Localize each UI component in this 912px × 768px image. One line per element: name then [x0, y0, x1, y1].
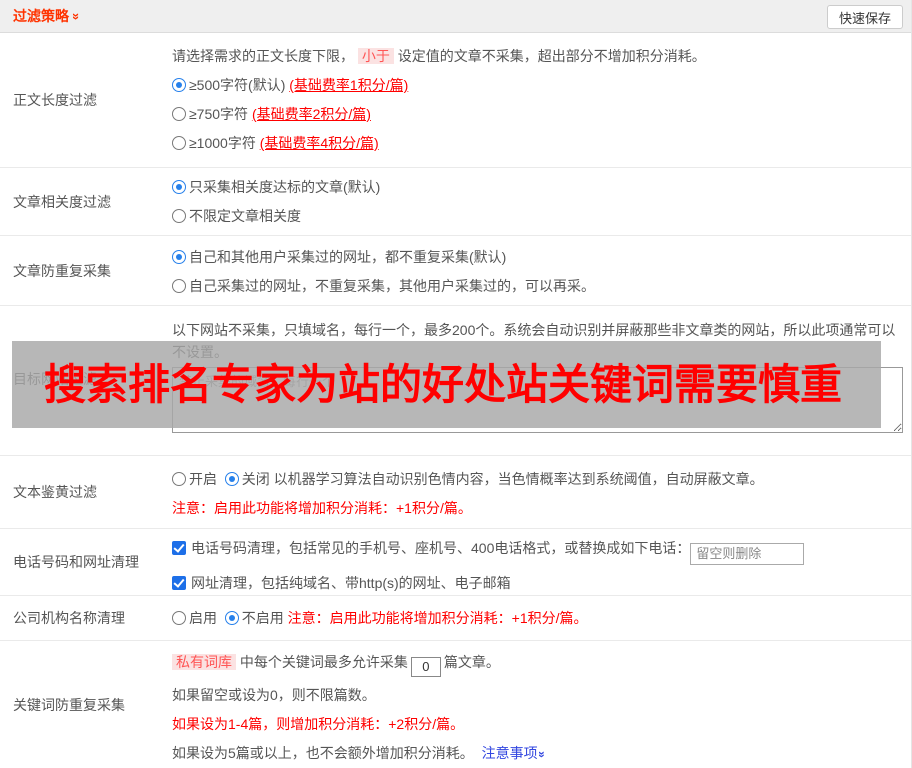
quick-save-button[interactable]: 快速保存: [826, 5, 903, 29]
radio-option-company-on[interactable]: 启用: [172, 610, 217, 626]
row-label: 关键词防重复采集: [13, 696, 125, 713]
keyword-dedup-line4: 如果设为5篇或以上，也不会额外增加积分消耗。 注意事项»: [172, 743, 903, 765]
notes-link-label: 注意事项: [481, 744, 538, 761]
radio-option-dedup-all[interactable]: 自己和其他用户采集过的网址，都不重复采集(默认): [172, 247, 903, 268]
radio-icon[interactable]: [172, 209, 186, 223]
radio-option-relevance-any[interactable]: 不限定文章相关度: [172, 206, 903, 227]
option-label: 不限定文章相关度: [189, 208, 301, 224]
porn-filter-desc: 以机器学习算法自动识别色情内容，当色情概率达到系统阈值，自动屏蔽文章。: [273, 471, 764, 487]
body-length-intro: 请选择需求的正文长度下限， 小于 设定值的文章不采集，超出部分不增加积分消耗。: [172, 46, 903, 67]
option-label: 开启: [189, 471, 217, 487]
row-label: 文章相关度过滤: [13, 193, 111, 210]
filter-strategy-page: 过滤策略 » 快速保存 正文长度过滤 请选择需求的正文长度下限， 小于 设定值的…: [0, 0, 912, 768]
radio-option-porn-off[interactable]: 关闭: [224, 471, 270, 487]
radio-option-company-off[interactable]: 不启用: [224, 610, 284, 626]
checkbox-label: 网址清理，包括纯域名、带http(s)的网址、电子邮箱: [191, 574, 511, 591]
option-label: 不启用: [241, 610, 284, 626]
option-label: 启用: [189, 610, 217, 626]
row-porn-filter: 文本鉴黄过滤 开启 关闭 以机器学习算法自动识别色情内容，当色情概率达到系统阈值…: [0, 456, 911, 529]
header-bar: 过滤策略 » 快速保存: [0, 0, 911, 33]
radio-icon[interactable]: [172, 107, 186, 121]
keyword-dedup-line3: 如果设为1-4篇，则增加积分消耗：+2积分/篇。: [172, 715, 465, 732]
porn-filter-note: 注意：启用此功能将增加积分消耗：+1积分/篇。: [172, 500, 472, 516]
checkbox-url-clean[interactable]: 网址清理，包括纯域名、带http(s)的网址、电子邮箱: [172, 573, 903, 594]
option-label: 自己和其他用户采集过的网址，都不重复采集(默认): [189, 249, 507, 265]
option-label: ≥750字符: [189, 106, 249, 122]
intro-pre: 请选择需求的正文长度下限，: [172, 48, 354, 64]
porn-filter-options: 开启 关闭 以机器学习算法自动识别色情内容，当色情概率达到系统阈值，自动屏蔽文章…: [172, 469, 903, 490]
option-fee-note: (基础费率2积分/篇): [251, 106, 371, 122]
intro-highlight: 小于: [357, 48, 394, 64]
row-article-dedup: 文章防重复采集 自己和其他用户采集过的网址，都不重复采集(默认) 自己采集过的网…: [0, 236, 911, 306]
row-label: 公司机构名称清理: [13, 610, 125, 626]
row-phone-url-clean: 电话号码和网址清理 电话号码清理，包括常见的手机号、座机号、400电话格式，或替…: [0, 529, 911, 596]
option-fee-note: (基础费率1积分/篇): [289, 77, 409, 93]
notes-link[interactable]: 注意事项»: [481, 744, 549, 761]
page-title: 过滤策略: [13, 8, 69, 24]
radio-icon[interactable]: [172, 279, 186, 293]
row-keyword-dedup: 关键词防重复采集 私有词库 中每个关键词最多允许采集 篇文章。 如果留空或设为0，…: [0, 641, 911, 768]
radio-icon[interactable]: [172, 611, 186, 625]
keyword-dedup-line1: 私有词库 中每个关键词最多允许采集 篇文章。: [172, 652, 903, 677]
radio-selected-icon[interactable]: [172, 250, 186, 264]
option-label: 自己采集过的网址，不重复采集，其他用户采集过的，可以再采。: [189, 278, 595, 294]
row-label: 正文长度过滤: [13, 92, 97, 108]
row-label: 文章防重复采集: [13, 262, 111, 279]
checkbox-phone-clean[interactable]: 电话号码清理，包括常见的手机号、座机号、400电话格式，或替换成如下电话：: [172, 538, 903, 565]
line1-mid: 中每个关键词最多允许采集: [239, 654, 408, 670]
option-fee-note: (基础费率4积分/篇): [259, 135, 379, 151]
line4-text: 如果设为5篇或以上，也不会额外增加积分消耗。: [172, 744, 474, 761]
checkbox-checked-icon[interactable]: [172, 575, 186, 590]
watermark-text: 搜索排名专家为站的好处站关键词需要慎重: [44, 361, 843, 408]
option-label: 关闭: [241, 471, 270, 487]
option-label: 只采集相关度达标的文章(默认): [189, 179, 381, 195]
keyword-dedup-line2: 如果留空或设为0，则不限篇数。: [172, 686, 376, 703]
radio-selected-icon[interactable]: [172, 78, 186, 92]
radio-icon[interactable]: [172, 136, 186, 150]
radio-option-porn-on[interactable]: 开启: [172, 471, 217, 487]
line1-post: 篇文章。: [443, 654, 500, 670]
chevron-double-down-icon[interactable]: »: [69, 12, 84, 19]
row-label: 文本鉴黄过滤: [13, 484, 97, 500]
radio-option-1000[interactable]: ≥1000字符 (基础费率4积分/篇): [172, 133, 903, 154]
radio-selected-icon[interactable]: [224, 611, 239, 625]
option-label: ≥500字符(默认): [189, 77, 286, 93]
radio-selected-icon[interactable]: [224, 472, 239, 486]
checkbox-label: 电话号码清理，包括常见的手机号、座机号、400电话格式，或替换成如下电话：: [191, 540, 691, 556]
row-relevance-filter: 文章相关度过滤 只采集相关度达标的文章(默认) 不限定文章相关度: [0, 168, 911, 236]
option-label: ≥1000字符: [189, 135, 256, 151]
company-clean-note: 注意：启用此功能将增加积分消耗：+1积分/篇。: [287, 610, 588, 626]
max-articles-input[interactable]: [410, 656, 441, 677]
replacement-phone-input[interactable]: [690, 542, 805, 565]
company-clean-options: 启用 不启用 注意：启用此功能将增加积分消耗：+1积分/篇。: [172, 608, 903, 629]
radio-option-500[interactable]: ≥500字符(默认) (基础费率1积分/篇): [172, 75, 903, 96]
intro-post: 设定值的文章不采集，超出部分不增加积分消耗。: [397, 48, 706, 64]
radio-option-relevance-strict[interactable]: 只采集相关度达标的文章(默认): [172, 177, 903, 198]
row-label: 电话号码和网址清理: [13, 554, 139, 570]
radio-selected-icon[interactable]: [172, 180, 186, 194]
row-company-clean: 公司机构名称清理 启用 不启用 注意：启用此功能将增加积分消耗：+1积分/篇。: [0, 596, 911, 641]
watermark-banner-overlay: 搜索排名专家为站的好处站关键词需要慎重: [12, 341, 881, 428]
radio-option-750[interactable]: ≥750字符 (基础费率2积分/篇): [172, 104, 903, 125]
checkbox-checked-icon[interactable]: [172, 541, 186, 555]
chevron-double-down-icon: »: [534, 750, 549, 758]
row-body-length-filter: 正文长度过滤 请选择需求的正文长度下限， 小于 设定值的文章不采集，超出部分不增…: [0, 33, 911, 168]
private-lexicon-link[interactable]: 私有词库: [172, 654, 236, 670]
radio-option-dedup-self[interactable]: 自己采集过的网址，不重复采集，其他用户采集过的，可以再采。: [172, 276, 903, 297]
radio-icon[interactable]: [172, 472, 186, 486]
